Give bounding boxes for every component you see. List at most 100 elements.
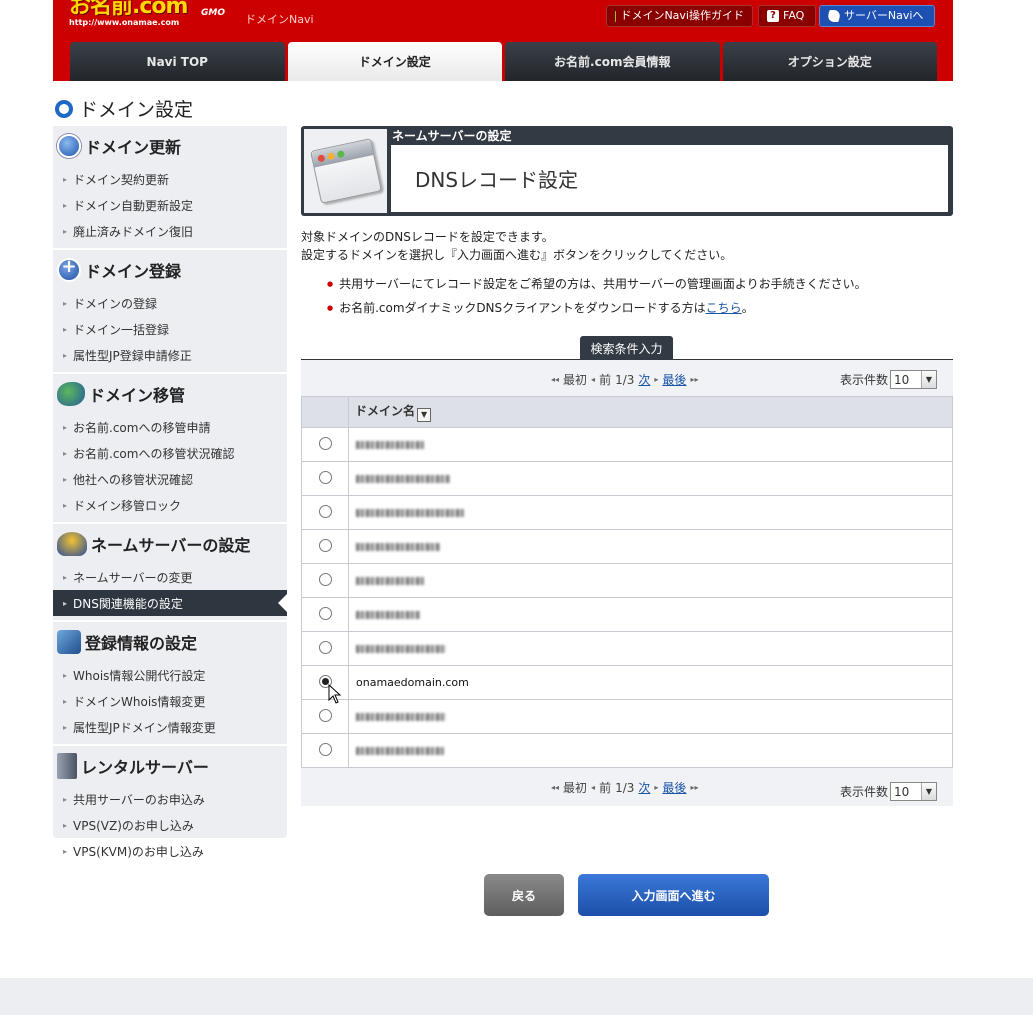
sidebar-heading-transfer[interactable]: ドメイン移管 xyxy=(53,374,287,414)
domain-name-cell xyxy=(348,631,953,666)
sidebar-heading-renewal[interactable]: ドメイン更新 xyxy=(53,126,287,166)
domain-radio[interactable] xyxy=(318,436,332,450)
pager-top: ◂◂ 最初 ◂ 前 1/3 次 ▸ 最後 ▸▸ 表示件数 10 ▼ xyxy=(301,360,953,396)
description-line: 設定するドメインを選択し『入力画面へ進む』ボタンをクリックしてください。 xyxy=(301,248,733,262)
per-page-select[interactable]: 10 ▼ xyxy=(890,370,937,389)
feather-icon xyxy=(826,10,842,22)
sidebar-item-whois-change[interactable]: ドメインWhois情報変更 xyxy=(53,688,287,714)
per-page-value: 10 xyxy=(894,784,910,799)
domain-radio[interactable] xyxy=(318,742,332,756)
domain-radio[interactable] xyxy=(318,504,332,518)
blurred-domain xyxy=(356,713,446,721)
pager-last-link[interactable]: 最後 xyxy=(662,779,686,796)
back-button[interactable]: 戻る xyxy=(484,874,564,916)
pager-bottom: ◂◂ 最初 ◂ 前 1/3 次 ▸ 最後 ▸▸ 表示件数 10 ▼ xyxy=(301,768,953,806)
per-page-label: 表示件数 xyxy=(839,373,888,387)
sidebar-heading-nameserver[interactable]: ネームサーバーの設定 xyxy=(53,524,287,564)
table-row xyxy=(301,529,953,564)
document-stack-icon xyxy=(57,630,81,654)
search-conditions-tab[interactable]: 検索条件入力 xyxy=(580,336,673,360)
pager-last-link[interactable]: 最後 xyxy=(662,371,686,388)
sidebar-item-contract-renewal[interactable]: ドメイン契約更新 xyxy=(53,166,287,192)
table-header-row: ドメイン名 ▼ xyxy=(301,396,953,428)
sidebar-item-register[interactable]: ドメインの登録 xyxy=(53,290,287,316)
sidebar-item-auto-renewal[interactable]: ドメイン自動更新設定 xyxy=(53,192,287,218)
panel-subtitle: ネームサーバーの設定 xyxy=(392,129,512,143)
pager-first: 最初 xyxy=(563,781,588,795)
domain-radio[interactable] xyxy=(318,606,332,620)
gmo-logo: GMO xyxy=(201,8,225,18)
faq-label: FAQ xyxy=(783,9,805,22)
sidebar-item-transfer-request[interactable]: お名前.comへの移管申請 xyxy=(53,414,287,440)
sidebar-group-register: ドメイン登録 ドメインの登録 ドメイン一括登録 属性型JP登録申請修正 xyxy=(53,250,287,374)
page-title-text: ドメイン設定 xyxy=(79,99,194,121)
per-page-select[interactable]: 10 ▼ xyxy=(890,782,937,801)
sidebar-heading-label: レンタルサーバー xyxy=(81,758,209,777)
domain-column-header[interactable]: ドメイン名 ▼ xyxy=(348,396,953,428)
tab-option-settings[interactable]: オプション設定 xyxy=(722,42,937,81)
note-shared-server: 共用サーバーにてレコード設定をご希望の方は、共用サーバーの管理画面よりお手続きく… xyxy=(327,272,953,296)
sidebar-item-whois-proxy[interactable]: Whois情報公開代行設定 xyxy=(53,662,287,688)
footer xyxy=(0,978,1033,1015)
domain-name-cell xyxy=(348,733,953,768)
sidebar-heading-label: ドメイン移管 xyxy=(89,386,186,405)
note-text: お名前.comダイナミックDNSクライアントをダウンロードする方は xyxy=(339,301,706,315)
tab-domain-settings[interactable]: ドメイン設定 xyxy=(287,42,502,81)
sidebar-heading-rental-server[interactable]: レンタルサーバー xyxy=(53,746,287,786)
refresh-icon xyxy=(57,134,81,158)
pager-first: 最初 xyxy=(563,373,588,387)
table-row xyxy=(301,495,953,530)
sidebar-item-nameserver-change[interactable]: ネームサーバーの変更 xyxy=(53,564,287,590)
sidebar-item-shared-server[interactable]: 共用サーバーのお申込み xyxy=(53,786,287,812)
domain-radio[interactable] xyxy=(318,640,332,654)
pager-next-link[interactable]: 次 xyxy=(638,371,650,388)
navi-guide-button[interactable]: ドメインNavi操作ガイド xyxy=(606,5,753,27)
panel-title: DNSレコード設定 xyxy=(391,145,948,212)
blurred-domain xyxy=(356,611,420,619)
faq-button[interactable]: ? FAQ xyxy=(758,5,816,27)
server-navi-button[interactable]: サーバーNaviへ xyxy=(819,5,935,27)
pager: ◂◂ 最初 ◂ 前 1/3 次 ▸ 最後 ▸▸ xyxy=(551,779,698,796)
table-row xyxy=(301,427,953,462)
logo-url: http://www.onamae.com xyxy=(69,18,180,27)
sidebar-item-jp-info-change[interactable]: 属性型JPドメイン情報変更 xyxy=(53,714,287,740)
table-row-selected: onamaedomain.com xyxy=(301,665,953,704)
sidebar-item-dns-settings[interactable]: DNS関連機能の設定 xyxy=(53,590,287,616)
server-navi-label: サーバーNaviへ xyxy=(844,9,924,22)
navi-guide-label: ドメインNavi操作ガイド xyxy=(620,9,744,22)
domain-radio[interactable] xyxy=(318,572,332,586)
domain-radio[interactable] xyxy=(318,708,332,722)
table-row xyxy=(301,733,953,768)
tab-navi-top[interactable]: Navi TOP xyxy=(70,42,285,81)
sidebar-item-jp-correction[interactable]: 属性型JP登録申請修正 xyxy=(53,342,287,368)
sidebar-item-restore[interactable]: 廃止済みドメイン復旧 xyxy=(53,218,287,244)
sidebar-item-vps-vz[interactable]: VPS(VZ)のお申し込み xyxy=(53,812,287,838)
blurred-domain xyxy=(356,577,424,585)
sidebar-item-transfer-status[interactable]: お名前.comへの移管状況確認 xyxy=(53,440,287,466)
proceed-to-input-button[interactable]: 入力画面へ進む xyxy=(578,874,769,916)
domain-radio[interactable] xyxy=(318,470,332,484)
tab-member-info[interactable]: お名前.com会員情報 xyxy=(505,42,720,81)
note-dynamic-dns: お名前.comダイナミックDNSクライアントをダウンロードする方はこちら。 xyxy=(327,296,953,320)
sidebar-item-transfer-lock[interactable]: ドメイン移管ロック xyxy=(53,492,287,518)
sidebar-group-renewal: ドメイン更新 ドメイン契約更新 ドメイン自動更新設定 廃止済みドメイン復旧 xyxy=(53,126,287,250)
domain-radio[interactable] xyxy=(318,538,332,552)
blurred-domain xyxy=(356,543,440,551)
mouse-cursor-icon xyxy=(328,684,342,704)
main-content: ネームサーバーの設定 DNSレコード設定 対象ドメインのDNSレコードを設定でき… xyxy=(301,126,953,806)
table-row xyxy=(301,699,953,734)
sidebar-item-vps-kvm[interactable]: VPS(KVM)のお申し込み xyxy=(53,838,287,864)
sidebar-item-outbound-status[interactable]: 他社への移管状況確認 xyxy=(53,466,287,492)
sidebar-item-bulk-register[interactable]: ドメイン一括登録 xyxy=(53,316,287,342)
domain-name-cell xyxy=(348,427,953,462)
next-arrow-icon: ▸ xyxy=(654,375,659,384)
window-icon xyxy=(309,138,382,204)
blurred-domain xyxy=(356,645,446,653)
download-link[interactable]: こちら xyxy=(706,301,742,315)
sidebar-heading-register[interactable]: ドメイン登録 xyxy=(53,250,287,290)
sort-icon[interactable]: ▼ xyxy=(417,408,432,422)
pager-next-link[interactable]: 次 xyxy=(638,779,650,796)
chevron-down-icon: ▼ xyxy=(921,783,936,800)
chevron-down-icon: ▼ xyxy=(921,371,936,388)
sidebar-heading-registration-info[interactable]: 登録情報の設定 xyxy=(53,622,287,662)
